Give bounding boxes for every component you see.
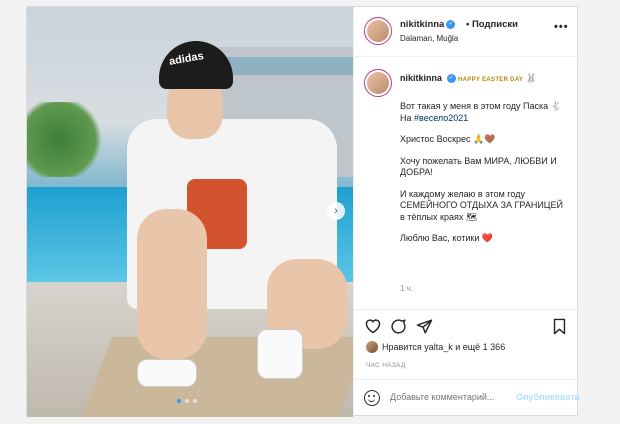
carousel-dot	[177, 399, 181, 403]
header-username[interactable]: nikitkinna ✓	[400, 19, 456, 30]
post-timestamp: ЧАС НАЗАД	[366, 362, 406, 369]
caption-text: Вот такая у меня в этом году Паска 🐇 На …	[400, 101, 570, 255]
comment-bar: Опубликовать	[354, 379, 580, 417]
easter-headline: HAPPY EASTER DAY	[458, 77, 524, 83]
caption-line: И каждому желаю в этом году СЕМЕЙНОГО ОТ…	[400, 188, 563, 222]
publish-button[interactable]: Опубликовать	[516, 392, 580, 402]
verified-icon: ✓	[446, 74, 456, 84]
comment-icon[interactable]	[390, 318, 407, 340]
caption-username[interactable]: nikitkinna	[400, 73, 442, 83]
left-leg	[137, 209, 207, 359]
location-link[interactable]: Dalaman, Muğla	[400, 34, 458, 43]
next-slide-button[interactable]: ›	[327, 202, 345, 220]
carousel-dot	[185, 399, 189, 403]
carousel-dot	[193, 399, 197, 403]
caption-header: nikitkinna ✓ HAPPY EASTER DAY 🐰	[400, 73, 537, 84]
caption-section: nikitkinna ✓ HAPPY EASTER DAY 🐰 Вот така…	[354, 57, 580, 307]
share-icon[interactable]	[416, 318, 433, 340]
likes-text[interactable]: Нравится yalta_k и ещё 1 366	[382, 342, 505, 352]
action-bar	[354, 309, 580, 343]
post-photo[interactable]: adidas ›	[27, 7, 353, 417]
post-header: nikitkinna ✓ • Подписки Dalaman, Muğla ••…	[354, 7, 579, 57]
caption-time: 1 ч.	[400, 284, 414, 293]
heart-icon[interactable]	[364, 318, 382, 339]
caption-line: Вот такая у меня в этом году Паска 🐇	[400, 101, 562, 111]
post-sidebar: nikitkinna ✓ • Подписки Dalaman, Muğla ••…	[353, 7, 580, 417]
avatar[interactable]	[364, 17, 392, 45]
bookmark-icon[interactable]	[552, 318, 567, 340]
emoji-icon[interactable]	[364, 390, 380, 406]
likes-summary[interactable]: Нравится yalta_k и ещё 1 366	[366, 341, 505, 353]
post-modal: adidas › nikitkinna ✓ • Подписки Dalaman,…	[26, 6, 580, 417]
more-icon[interactable]: •••	[554, 21, 569, 33]
hashtag-link[interactable]: #весело2021	[414, 113, 468, 123]
liker-avatar	[366, 341, 378, 353]
woman-figure: adidas	[77, 39, 347, 399]
caption-line: Хочу пожелать Вам МИРА, ЛЮБВИ И ДОБРА!	[400, 155, 557, 178]
caption-line: Христос Воскрес 🙏🤎	[400, 134, 496, 144]
follow-status-button[interactable]: • Подписки	[466, 19, 518, 30]
carousel-dots	[177, 399, 197, 403]
caption-line-prefix: На	[400, 112, 415, 123]
right-sandal	[257, 329, 303, 379]
bunny-emoji: 🐰	[525, 73, 537, 83]
left-sandal	[137, 359, 197, 387]
caption-line: Люблю Вас, котики ❤️	[400, 233, 494, 243]
comment-input[interactable]	[390, 392, 510, 402]
avatar[interactable]	[364, 69, 392, 97]
verified-icon: ✓	[446, 19, 456, 29]
